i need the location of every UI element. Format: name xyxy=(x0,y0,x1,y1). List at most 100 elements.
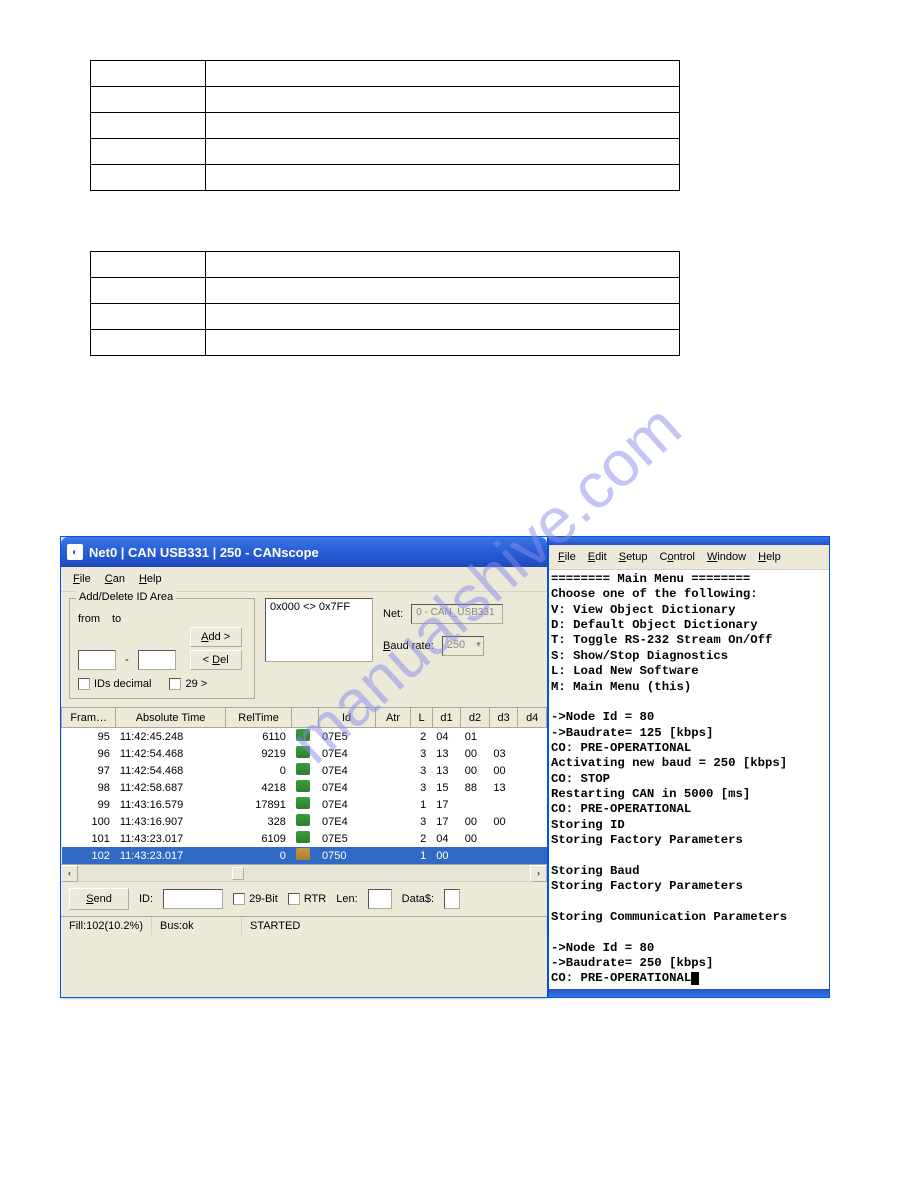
grid-header[interactable]: Absolute Time xyxy=(116,708,225,728)
grid-cell: 11:43:16.579 xyxy=(116,796,225,813)
grid-cell xyxy=(518,847,547,864)
grid-cell xyxy=(518,779,547,796)
doc-table-2 xyxy=(90,251,680,356)
menu-can[interactable]: Can xyxy=(99,571,131,587)
doc-cell xyxy=(91,165,206,191)
table-row[interactable]: 9611:42:54.468921907E43130003 xyxy=(62,745,547,762)
term-menu-control[interactable]: Control xyxy=(654,549,699,565)
grid-header[interactable]: Id xyxy=(318,708,375,728)
grid-cell: 00 xyxy=(489,762,518,779)
term-menu-window[interactable]: Window xyxy=(702,549,751,565)
canscope-titlebar[interactable]: ◐ Net0 | CAN USB331 | 250 - CANscope xyxy=(61,537,547,567)
menu-help[interactable]: Help xyxy=(133,571,168,587)
table-row[interactable]: 10211:43:23.01700750100 xyxy=(62,847,547,864)
grid-cell: 0750 xyxy=(318,847,375,864)
grid-cell: 17 xyxy=(432,796,461,813)
status-bus: Bus:ok xyxy=(152,917,242,935)
grid-cell: 00 xyxy=(461,762,490,779)
table-row[interactable]: 10111:43:23.017610907E520400 xyxy=(62,830,547,847)
from-input[interactable] xyxy=(78,650,116,670)
chk-29[interactable]: 29 > xyxy=(169,678,207,690)
grid-header[interactable]: d3 xyxy=(489,708,518,728)
grid-cell: 07E4 xyxy=(318,813,375,830)
grid-cell xyxy=(375,762,411,779)
grid-cell: 00 xyxy=(461,830,490,847)
grid-cell xyxy=(375,813,411,830)
label-from: from xyxy=(78,613,100,625)
menu-file[interactable]: File xyxy=(67,571,97,587)
term-menu-setup[interactable]: Setup xyxy=(614,549,653,565)
grid-cell xyxy=(489,728,518,746)
grid-cell xyxy=(292,745,318,762)
grid-cell xyxy=(518,762,547,779)
table-row[interactable]: 9811:42:58.687421807E43158813 xyxy=(62,779,547,796)
baud-select[interactable]: 250 xyxy=(442,636,484,656)
scroll-thumb[interactable] xyxy=(232,867,244,880)
terminal-output: ======== Main Menu ======== Choose one o… xyxy=(549,570,829,989)
scroll-left-icon[interactable]: ‹ xyxy=(61,865,78,882)
grid-cell: 95 xyxy=(62,728,116,746)
grid-cell: 3 xyxy=(411,745,432,762)
h-scrollbar[interactable]: ‹ › xyxy=(61,864,547,881)
doc-cell xyxy=(91,330,206,356)
grid-cell xyxy=(292,830,318,847)
term-titlebar-strip[interactable] xyxy=(549,537,829,545)
doc-cell xyxy=(91,113,206,139)
scroll-right-icon[interactable]: › xyxy=(530,865,547,882)
baud-label: Baud rate: xyxy=(383,640,434,652)
direction-icon xyxy=(296,814,310,826)
table-row[interactable]: 9511:42:45.248611007E520401 xyxy=(62,728,547,746)
grid-cell xyxy=(518,796,547,813)
term-menubar[interactable]: File Edit Setup Control Window Help xyxy=(549,545,829,570)
grid-cell xyxy=(292,813,318,830)
grid-header[interactable]: d4 xyxy=(518,708,547,728)
table-row[interactable]: 9711:42:54.468007E43130000 xyxy=(62,762,547,779)
grid-cell: 4218 xyxy=(225,779,292,796)
direction-icon xyxy=(296,746,310,758)
grid-cell: 11:43:16.907 xyxy=(116,813,225,830)
grid-cell: 11:43:23.017 xyxy=(116,847,225,864)
grid-header[interactable]: d2 xyxy=(461,708,490,728)
add-button[interactable]: Add > xyxy=(190,627,242,647)
direction-icon xyxy=(296,848,310,860)
to-input[interactable] xyxy=(138,650,176,670)
grid-header[interactable]: Atr xyxy=(375,708,411,728)
grid-cell xyxy=(518,830,547,847)
status-bar: Fill:102(10.2%) Bus:ok STARTED xyxy=(61,916,547,935)
chk-29bit[interactable]: 29-Bit xyxy=(233,893,278,905)
grid-header[interactable] xyxy=(292,708,318,728)
grid-cell: 96 xyxy=(62,745,116,762)
grid-header[interactable]: L xyxy=(411,708,432,728)
len-input[interactable] xyxy=(368,889,392,909)
direction-icon xyxy=(296,780,310,792)
grid-cell: 101 xyxy=(62,830,116,847)
grid-cell: 98 xyxy=(62,779,116,796)
term-menu-help[interactable]: Help xyxy=(753,549,786,565)
chk-rtr[interactable]: RTR xyxy=(288,893,326,905)
grid-cell: 11:42:54.468 xyxy=(116,762,225,779)
direction-icon xyxy=(296,797,310,809)
grid-cell: 6109 xyxy=(225,830,292,847)
app-icon: ◐ xyxy=(67,544,83,560)
message-grid[interactable]: Fram…Absolute TimeRelTimeIdAtrLd1d2d3d4 … xyxy=(61,707,547,864)
grid-cell xyxy=(375,779,411,796)
grid-cell: 13 xyxy=(489,779,518,796)
del-button[interactable]: < Del xyxy=(190,650,242,670)
doc-cell xyxy=(206,278,680,304)
term-menu-file[interactable]: File xyxy=(553,549,581,565)
canscope-menubar[interactable]: File Can Help xyxy=(61,567,547,592)
grid-header[interactable]: d1 xyxy=(432,708,461,728)
terminal-cursor xyxy=(691,972,699,985)
data-input[interactable] xyxy=(444,889,460,909)
grid-header[interactable]: Fram… xyxy=(62,708,116,728)
grid-header[interactable]: RelTime xyxy=(225,708,292,728)
term-menu-edit[interactable]: Edit xyxy=(583,549,612,565)
table-row[interactable]: 9911:43:16.5791789107E4117 xyxy=(62,796,547,813)
table-row[interactable]: 10011:43:16.90732807E43170000 xyxy=(62,813,547,830)
chk-ids-decimal[interactable]: IDs decimal xyxy=(78,678,151,690)
id-range-box: 0x000 <> 0x7FF xyxy=(265,598,373,699)
grid-cell xyxy=(375,728,411,746)
id-input[interactable] xyxy=(163,889,223,909)
send-button[interactable]: Send xyxy=(69,888,129,910)
range-list[interactable]: 0x000 <> 0x7FF xyxy=(265,598,373,662)
